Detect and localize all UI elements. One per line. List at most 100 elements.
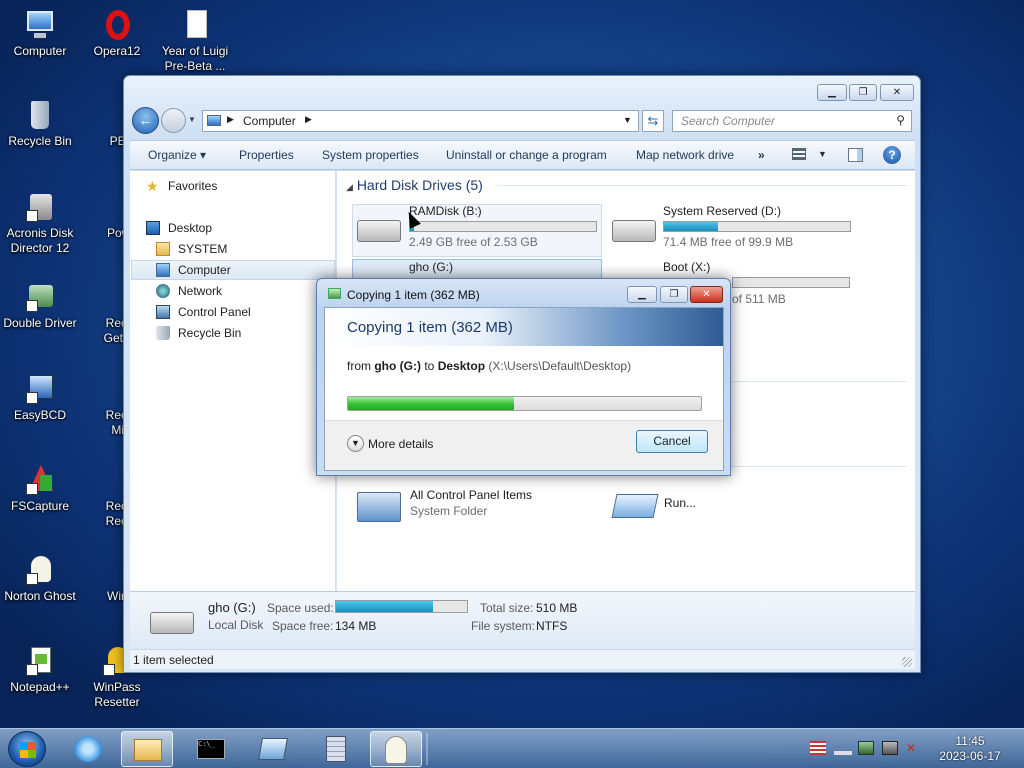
nav-system[interactable]: SYSTEM	[156, 242, 227, 256]
preview-pane-icon[interactable]	[848, 148, 863, 162]
start-button[interactable]	[8, 731, 46, 767]
taskbar-cmd[interactable]: C:\_	[185, 731, 237, 767]
control-panel-icon	[357, 492, 401, 522]
hard-drive-icon	[357, 220, 401, 242]
dialog-title: Copying 1 item (362 MB)	[347, 288, 480, 302]
nav-control-panel[interactable]: Control Panel	[156, 305, 251, 319]
hard-drive-icon	[150, 612, 194, 634]
computer-small-icon	[207, 115, 221, 126]
network-tray-icon[interactable]	[834, 741, 852, 755]
internet-explorer-icon	[74, 736, 102, 762]
desktop-icon-opera[interactable]: Opera12	[77, 8, 157, 59]
desktop-icon-year-of-luigi[interactable]: Year of Luigi Pre-Beta ...	[155, 8, 235, 74]
nav-recycle-bin[interactable]: Recycle Bin	[156, 326, 241, 340]
clock-date: 2023-06-17	[939, 749, 1001, 763]
more-details-toggle[interactable]: ▼ More details	[347, 435, 433, 452]
properties-button[interactable]: Properties	[239, 148, 294, 162]
double-driver-icon	[23, 280, 57, 314]
minimize-button[interactable]: ▁	[817, 84, 847, 101]
nav-network[interactable]: Network	[156, 284, 222, 298]
network-disconnected-icon[interactable]	[882, 741, 898, 755]
search-icon[interactable]: ⚲	[896, 113, 905, 127]
file-icon	[178, 8, 212, 42]
cancel-button[interactable]: Cancel	[636, 430, 708, 453]
desktop-folder-icon	[146, 221, 160, 235]
run-item[interactable]: Run...	[611, 488, 812, 528]
source-name[interactable]: gho (G:)	[374, 359, 421, 373]
desktop-icon-recycle-bin[interactable]: Recycle Bin	[0, 98, 80, 149]
opera-icon	[100, 8, 134, 42]
nav-desktop[interactable]: Desktop	[146, 221, 212, 235]
details-pane: gho (G:) Local Disk Space used: Space fr…	[130, 591, 915, 649]
taskbar-ghost[interactable]	[370, 731, 422, 767]
clock[interactable]: 11:45 2023-06-17	[930, 734, 1010, 764]
address-dropdown-icon[interactable]: ▼	[623, 115, 632, 125]
address-bar[interactable]: ▶ Computer ▶ ▼	[202, 110, 639, 132]
dialog-footer: ▼ More details Cancel	[325, 420, 723, 470]
ghost-icon	[385, 736, 407, 764]
recent-pages-dropdown[interactable]: ▼	[188, 115, 196, 124]
taskbar-explorer[interactable]	[121, 731, 173, 767]
maximize-button[interactable]: ❐	[849, 84, 877, 101]
uninstall-program-button[interactable]: Uninstall or change a program	[446, 148, 607, 162]
drive-ramdisk[interactable]: RAMDisk (B:) 2.49 GB free of 2.53 GB	[352, 204, 602, 257]
collapse-icon: ◢	[346, 182, 353, 192]
dialog-maximize-button[interactable]: ❐	[660, 286, 688, 303]
section-header-hard-disk-drives[interactable]: ◢ Hard Disk Drives (5)	[346, 177, 483, 193]
ramdisk-usage-bar	[409, 221, 597, 232]
all-control-panel-items[interactable]: All Control Panel Items System Folder	[355, 488, 595, 528]
map-network-drive-button[interactable]: Map network drive	[636, 148, 734, 162]
help-icon[interactable]: ?	[883, 146, 901, 164]
nav-computer[interactable]: Computer	[156, 263, 231, 277]
details-drive-name: gho (G:)	[208, 600, 256, 615]
desktop-icon-double-driver[interactable]: Double Driver	[0, 280, 80, 331]
command-prompt-icon: C:\_	[197, 739, 225, 759]
drive-gho-selected[interactable]	[352, 259, 602, 279]
search-input[interactable]: Search Computer ⚲	[672, 110, 912, 132]
breadcrumb-computer[interactable]: Computer	[243, 114, 296, 128]
desktop-icon-norton-ghost[interactable]: Norton Ghost	[0, 553, 80, 604]
organize-menu[interactable]: Organize ▾	[148, 148, 206, 162]
nav-favorites[interactable]: ★ Favorites	[146, 179, 217, 193]
control-panel-icon	[156, 305, 170, 319]
dialog-minimize-button[interactable]: ▁	[627, 286, 657, 303]
computer-icon	[23, 8, 57, 42]
refresh-button[interactable]: ⇆	[642, 110, 664, 132]
breadcrumb-separator-icon[interactable]: ▶	[227, 114, 234, 125]
taskbar-app[interactable]	[248, 731, 300, 767]
breadcrumb-separator-icon[interactable]: ▶	[305, 114, 312, 125]
change-view-icon[interactable]	[792, 148, 806, 160]
dest-name[interactable]: Desktop	[438, 359, 485, 373]
bar-fill	[664, 222, 718, 231]
copy-dialog-icon	[328, 288, 341, 299]
desktop-icon-fscapture[interactable]: FSCapture	[0, 463, 80, 514]
view-dropdown-icon[interactable]: ▼	[818, 149, 827, 159]
fscapture-icon	[23, 463, 57, 497]
desktop-icon-computer[interactable]: Computer	[0, 8, 80, 59]
dialog-close-button[interactable]: ✕	[690, 286, 723, 303]
us-flag-icon[interactable]	[810, 741, 826, 755]
resize-grip-icon[interactable]	[902, 657, 912, 667]
taskbar-ie[interactable]	[62, 731, 114, 767]
desktop-icon-easybcd[interactable]: EasyBCD	[0, 372, 80, 423]
taskbar-calculator[interactable]	[310, 731, 362, 767]
drive-gho-label: gho (G:)	[409, 260, 454, 274]
more-commands-button[interactable]: »	[758, 148, 765, 162]
details-space-used-bar	[335, 600, 468, 613]
folder-icon	[156, 242, 170, 256]
desktop-icon-acronis[interactable]: Acronis Disk Director 12	[0, 190, 80, 256]
desktop-icon-notepadpp[interactable]: Notepad++	[0, 644, 80, 695]
back-arrow-icon: ←	[138, 112, 153, 128]
volume-muted-icon[interactable]: ✕	[906, 741, 922, 755]
system-properties-button[interactable]: System properties	[322, 148, 419, 162]
close-button[interactable]: ✕	[880, 84, 914, 101]
back-button[interactable]: ←	[132, 107, 159, 134]
drive-boot-label[interactable]: Boot (X:)	[663, 260, 710, 274]
device-tray-icon[interactable]	[858, 741, 874, 755]
dest-path: (X:\Users\Default\Desktop)	[488, 359, 632, 373]
bar-fill	[336, 601, 433, 612]
window-app-icon	[258, 738, 288, 760]
forward-button[interactable]	[161, 108, 186, 133]
run-icon	[611, 494, 659, 518]
drive-system-reserved[interactable]: System Reserved (D:) 71.4 MB free of 99.…	[607, 204, 857, 257]
